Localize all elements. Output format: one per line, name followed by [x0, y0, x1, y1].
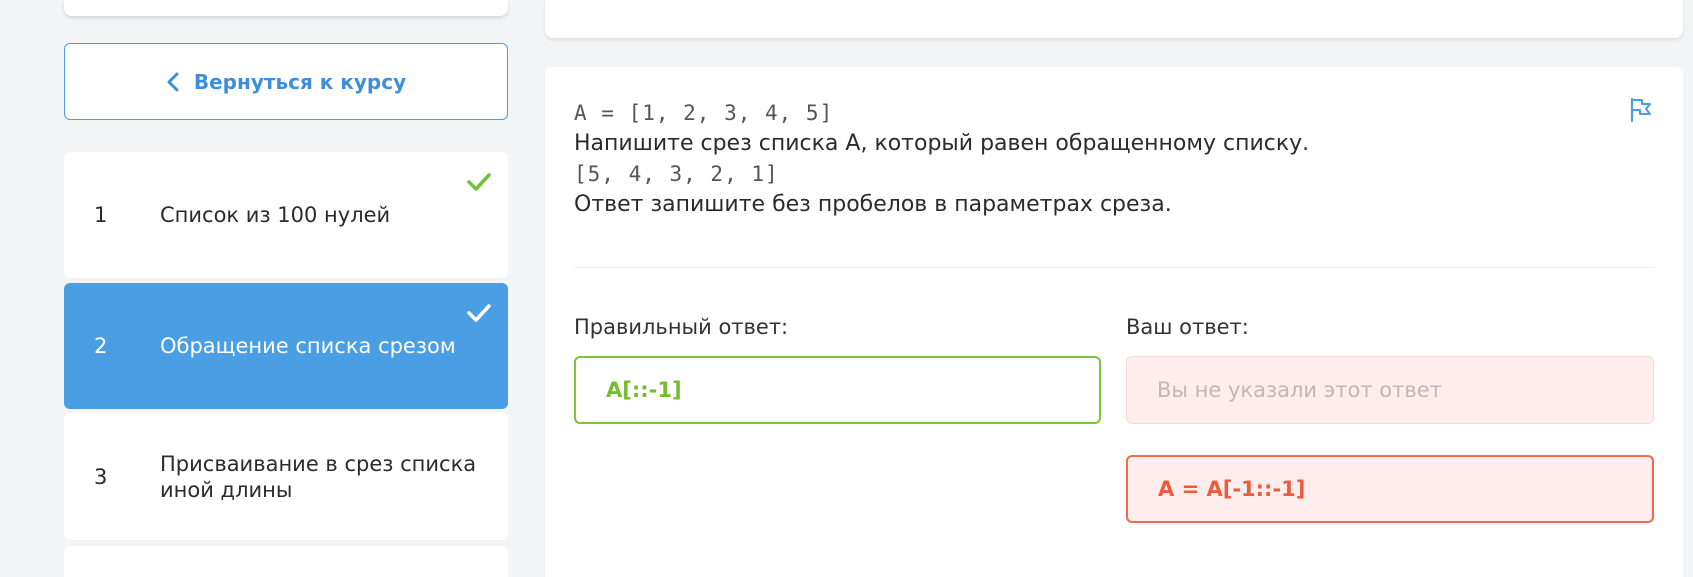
- back-to-course-label: Вернуться к курсу: [193, 69, 407, 94]
- lesson-item-3[interactable]: 3 Присваивание в срез списка иной длины: [64, 413, 508, 540]
- task-statement: A = [1, 2, 3, 4, 5] Напишите срез списка…: [574, 98, 1624, 220]
- your-answer-value: A = A[-1::-1]: [1158, 477, 1306, 501]
- task-code-reversed: [5, 4, 3, 2, 1]: [574, 162, 779, 186]
- lesson-number: 3: [94, 464, 108, 489]
- your-answer-box: A = A[-1::-1]: [1126, 455, 1654, 523]
- sidebar-top-card: [64, 0, 508, 16]
- your-answer-label: Ваш ответ:: [1126, 315, 1249, 339]
- lesson-title: Присваивание в срез списка иной длины: [160, 451, 477, 502]
- correct-answer-box: A[::-1]: [574, 356, 1101, 424]
- correct-answer-value: A[::-1]: [606, 378, 682, 402]
- divider: [574, 267, 1654, 268]
- correct-answer-label: Правильный ответ:: [574, 315, 789, 339]
- lesson-title: Список из 100 нулей: [160, 203, 391, 227]
- lesson-item-1[interactable]: 1 Список из 100 нулей: [64, 152, 508, 278]
- chevron-left-icon: [167, 72, 179, 91]
- back-to-course-button[interactable]: Вернуться к курсу: [64, 43, 508, 120]
- checkmark-icon: [467, 173, 491, 191]
- content-top-panel: [545, 0, 1683, 38]
- lesson-item-2[interactable]: 2 Обращение списка срезом: [64, 283, 508, 409]
- checkmark-icon: [467, 304, 491, 322]
- task-instruction: Напишите срез списка A, который равен об…: [574, 131, 1310, 156]
- flag-icon[interactable]: [1628, 97, 1654, 123]
- task-note: Ответ запишите без пробелов в параметрах…: [574, 192, 1172, 217]
- lesson-number: 2: [94, 334, 108, 358]
- lesson-item-4[interactable]: [64, 546, 508, 577]
- lesson-number: 1: [94, 203, 108, 227]
- your-answer-empty-text: Вы не указали этот ответ: [1157, 378, 1442, 402]
- task-code-list: A = [1, 2, 3, 4, 5]: [574, 101, 834, 125]
- lesson-title: Обращение списка срезом: [160, 334, 456, 358]
- your-answer-empty-box: Вы не указали этот ответ: [1126, 356, 1654, 424]
